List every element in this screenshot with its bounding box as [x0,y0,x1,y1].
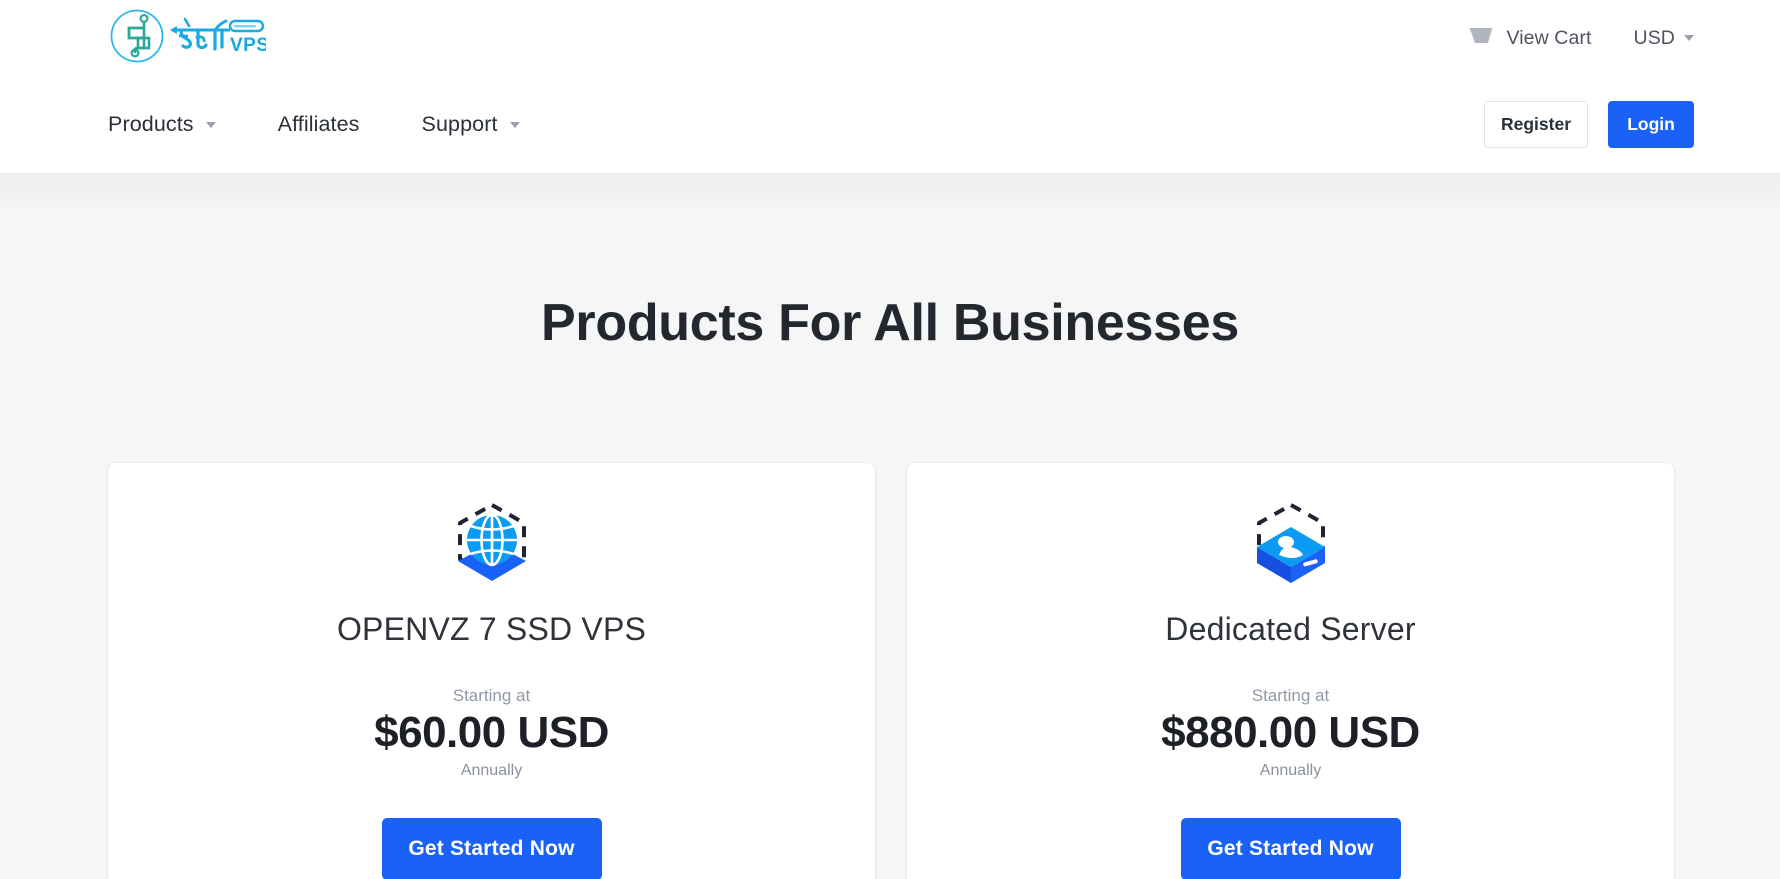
product-price: $880.00 USD [1161,708,1420,757]
brand-logo[interactable]: VPS [108,7,269,70]
products-section: Products For All Businesses OPENVZ 7 SSD… [0,173,1780,879]
nav-item-affiliates[interactable]: Affiliates [278,112,360,137]
product-card-list: OPENVZ 7 SSD VPS Starting at $60.00 USD … [108,463,1674,879]
nav-item-label: Affiliates [277,112,360,136]
nav-item-label: Products [108,112,194,136]
brand-logo-wordmark: VPS [168,13,269,64]
currency-selector[interactable]: USD [1634,27,1694,50]
header-utilities: View Cart USD [1468,0,1780,76]
product-billing-cycle: Annually [460,762,523,780]
nav-item-products[interactable]: Products [108,112,216,137]
product-title: Dedicated Server [1165,611,1416,647]
view-cart-label: View Cart [1506,26,1592,49]
chevron-down-icon [1684,35,1694,41]
product-price: $60.00 USD [374,708,609,757]
main-navigation: Products Affiliates Support Register Log… [0,76,1780,173]
nav-item-support[interactable]: Support [422,112,520,137]
product-billing-cycle: Annually [1259,762,1322,780]
register-button[interactable]: Register [1484,101,1588,148]
brand-logo-icon [108,7,166,70]
chevron-down-icon [509,121,520,128]
product-card-openvz[interactable]: OPENVZ 7 SSD VPS Starting at $60.00 USD … [108,463,875,879]
nav-item-label: Support [421,112,498,136]
nav-links: Products Affiliates Support [108,76,582,173]
product-card-dedicated-server[interactable]: Dedicated Server Starting at $880.00 USD… [907,463,1674,879]
svg-text:VPS: VPS [230,35,266,56]
view-cart-link[interactable]: View Cart [1468,24,1591,53]
product-starting-label: Starting at [1251,686,1330,705]
globe-cube-icon [444,495,540,591]
server-box-icon [1243,495,1339,591]
site-header: VPS View Cart USD Products Affiliates Su… [0,0,1780,173]
chevron-down-icon [205,121,216,128]
get-started-button[interactable]: Get Started Now [381,818,602,879]
currency-label: USD [1633,26,1675,49]
header-top-bar: VPS View Cart USD [0,0,1780,76]
login-button[interactable]: Login [1608,101,1694,148]
get-started-button[interactable]: Get Started Now [1180,818,1401,879]
cart-icon [1468,24,1494,53]
page-title: Products For All Businesses [541,294,1239,352]
product-starting-label: Starting at [452,686,531,705]
product-title: OPENVZ 7 SSD VPS [336,611,647,647]
auth-actions: Register Login [1484,76,1694,173]
